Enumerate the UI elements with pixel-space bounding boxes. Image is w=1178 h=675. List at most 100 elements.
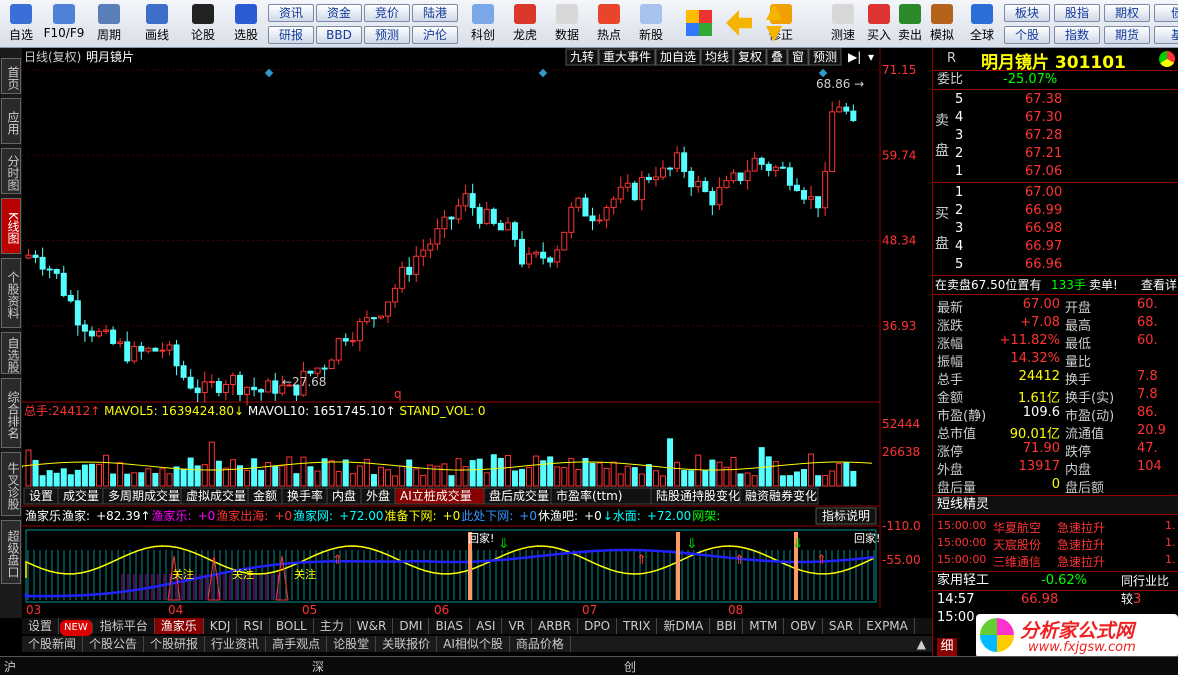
toolbar-bottom-2[interactable]: 预测 [364,26,410,44]
toolbar-bottom-1[interactable]: BBD [316,26,362,44]
toolbar-top-2[interactable]: 竞价 [364,4,410,22]
toolbar-btn-3[interactable]: 画线 [138,2,176,46]
grid-icon[interactable] [686,10,712,36]
bottom-tab-8[interactable]: 商品价格 [510,636,571,652]
toolbar-btn-6[interactable]: 科创 [464,2,502,46]
status-market-2[interactable]: 创 [624,658,636,675]
bottom-tab-1[interactable]: 个股公告 [83,636,145,652]
bottom-tab-0[interactable]: 个股新闻 [22,636,84,652]
ind-tab-15[interactable]: TRIX [617,618,658,634]
toolbar-bottom-3[interactable]: 沪伦 [412,26,458,44]
sprite-event-2: 急速拉升 [1057,555,1106,569]
ind-tab-13[interactable]: ARBR [532,618,579,634]
toolbar-btn-4[interactable]: 论股 [184,2,222,46]
ind-tab-19[interactable]: OBV [784,618,823,634]
toolbar-btn-11[interactable]: 修正 [762,2,800,46]
ind-tab-17[interactable]: BBI [710,618,744,634]
toolbar-btn-8[interactable]: 数据 [548,2,586,46]
toolbar-bottom-0[interactable]: 研报 [268,26,314,44]
up-arrow-icon: ⇑ [734,553,745,568]
main-toolbar: 自选 F10/F9 周期 画线 论股 选股 科创 龙虎 数据 热点 新股 修正 测速 买入 卖出 模拟 全球 资讯… [0,0,1178,48]
watermark-logo-icon [980,618,1014,652]
toolbar-btn-1[interactable]: F10/F9 [40,2,88,46]
side-tab-1[interactable]: 应用 [1,98,21,144]
toolbar-right-bottom-0[interactable]: 个股 [1004,26,1050,44]
side-tab-6[interactable]: 综合排名 [1,378,21,448]
chart-nav-icon[interactable]: ▶| [848,50,861,64]
bottom-tab-5[interactable]: 论股堂 [327,636,377,652]
toolbar-right-bottom-3[interactable]: 基 [1154,26,1178,44]
collapse-icon[interactable]: ▲ [911,636,932,652]
toolbar-btn-9[interactable]: 热点 [590,2,628,46]
sprite-name-2[interactable]: 三维通信 [993,553,1041,570]
bottom-tab-6[interactable]: 关联报价 [376,636,438,652]
side-tab-8[interactable]: 超级盘口 [1,520,21,584]
ind-tab-5[interactable]: RSI [237,618,270,634]
toolbar-btn-7[interactable]: 龙虎 [506,2,544,46]
down-arrow-icon: ⇓ [498,536,510,552]
bottom-tab-7[interactable]: AI相似个股 [437,636,510,652]
side-tab-7[interactable]: 牛叉诊股 [1,452,21,516]
sprite-name-1[interactable]: 天宸股份 [993,536,1041,553]
toolbar-btn-0[interactable]: 自选 [2,2,40,46]
side-tab-0[interactable]: 首页 [1,58,21,94]
toolbar-btn-12[interactable]: 测速 [824,2,862,46]
bids-level-0: 1 [955,185,964,200]
toolbar-btn-2[interactable]: 周期 [90,2,128,46]
bottom-tab-3[interactable]: 行业资讯 [205,636,267,652]
order-notice-link[interactable]: 查看详 [1141,276,1177,294]
arrow-left-icon[interactable] [726,10,752,36]
status-market-1[interactable]: 深 [312,658,324,675]
ind-tab-3[interactable]: 渔家乐 [154,618,204,634]
ind-tab-16[interactable]: 新DMA [657,618,711,634]
toolbar-right-bottom-2[interactable]: 期货 [1104,26,1150,44]
side-tab-3[interactable]: K线图 [1,198,21,254]
bottom-tab-2[interactable]: 个股研报 [144,636,206,652]
side-tab-5[interactable]: 自选股 [1,332,21,374]
ind-tab-4[interactable]: KDJ [204,618,238,634]
toolbar-btn-5[interactable]: 选股 [227,2,265,46]
sprite-name-0[interactable]: 华夏航空 [993,519,1041,536]
ind-tab-6[interactable]: BOLL [270,618,314,634]
bottom-tab-4[interactable]: 高手观点 [266,636,328,652]
toolbar-right-top-0[interactable]: 板块 [1004,4,1050,22]
ind-tab-2[interactable]: 指标平台 [94,618,155,634]
indicator-header: 渔家乐渔家: +82.39↑渔家乐: +0渔家出海: +0渔家网: +72.00准备下网… [25,508,720,523]
ind-tab-0[interactable]: 设置 [22,618,60,634]
toolbar-btn-16[interactable]: 全球 [963,2,1001,46]
toolbar-right-top-3[interactable]: 债 [1154,4,1178,22]
tick-tab[interactable]: 细 [940,639,953,654]
side-tab-4[interactable]: 个股资料 [1,258,21,328]
side-tab-2[interactable]: 分时图 [1,148,21,194]
toolbar-top-0[interactable]: 资讯 [268,4,314,22]
chart-menu-icon[interactable]: ▾ [868,50,874,64]
kline-chart[interactable]: 日线(复权) 明月镜片 九转 重大事件 加自选 均线 复权叠窗预测 ▶| ▾ 71.15 59.74… [22,48,932,618]
ind-tab-12[interactable]: VR [502,618,532,634]
candle-body [483,208,490,224]
ind-tab-21[interactable]: EXPMA [860,618,915,634]
ind-tab-8[interactable]: W&R [351,618,394,634]
ind-tab-20[interactable]: SAR [823,618,861,634]
volume-bar [321,458,328,487]
toolbar-top-3[interactable]: 陆港 [412,4,458,22]
ind-tab-14[interactable]: DPO [578,618,618,634]
ind-tab-10[interactable]: BIAS [429,618,471,634]
industry-name[interactable]: 家用轻工 [937,572,989,590]
ind-tab-9[interactable]: DMI [393,618,430,634]
volume-bar [688,470,695,487]
ind-tab-11[interactable]: ASI [470,618,503,634]
quote-table: 最新 67.00 开盘 60. 涨跌 +7.08 最高 68. 涨幅 +11.82% 最低 60. 振幅… [933,295,1178,496]
toolbar-right-top-1[interactable]: 股指 [1054,4,1100,22]
ind-tab-7[interactable]: 主力 [314,618,351,634]
volume-header: 总手:24412↑ MAVOL5: 1639424.80↓ MAVOL10: 1… [24,404,485,418]
bottom-tabs: 个股新闻 个股公告 个股研报 行业资讯 高手观点 论股堂 关联报价 AI相似个股 商品价格 ▲ [22,636,932,652]
toolbar-right-top-2[interactable]: 期权 [1104,4,1150,22]
toolbar-top-1[interactable]: 资金 [316,4,362,22]
status-market-0[interactable]: 沪 [4,658,16,675]
toolbar-btn-10[interactable]: 新股 [632,2,670,46]
toolbar-btn-15[interactable]: 模拟 [923,2,961,46]
toolbar-right-bottom-1[interactable]: 指数 [1054,26,1100,44]
ind-tab-18[interactable]: MTM [743,618,785,634]
ind-tab-1[interactable]: NEW [60,620,93,636]
chart-stock-name: 明月镜片 [86,49,134,64]
